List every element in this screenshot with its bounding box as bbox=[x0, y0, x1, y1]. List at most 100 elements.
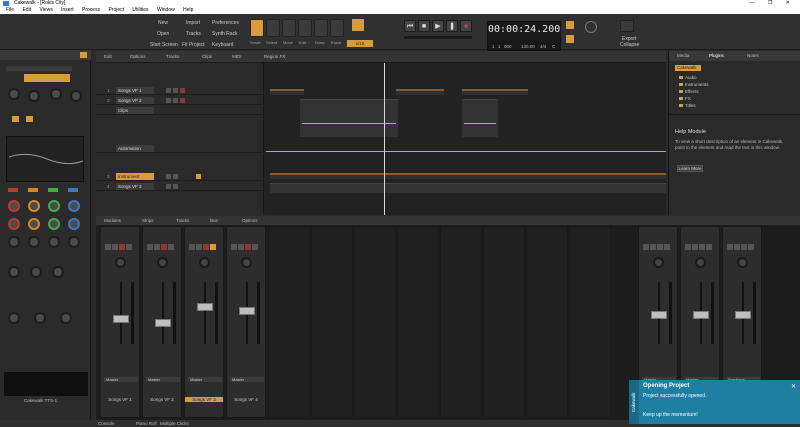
instrument-clip[interactable] bbox=[270, 173, 666, 179]
folder-item[interactable]: Effects bbox=[679, 89, 699, 94]
eq-band-4-q-knob[interactable] bbox=[68, 236, 80, 248]
track-row[interactable]: 3 Instrument bbox=[96, 173, 264, 181]
clip[interactable] bbox=[396, 89, 444, 95]
output-knob-2[interactable] bbox=[30, 266, 42, 278]
eq-band-3-freq-knob[interactable] bbox=[48, 218, 60, 230]
tab-notes[interactable]: Notes bbox=[747, 53, 759, 58]
notification-toast[interactable]: Cakewalk Opening Project Project success… bbox=[629, 380, 800, 424]
browser-search-input[interactable]: Cakewalk bbox=[675, 65, 701, 71]
meter-value[interactable]: 4/4 bbox=[540, 44, 546, 49]
loop-toggle[interactable] bbox=[566, 35, 574, 43]
track-solo-button[interactable] bbox=[173, 98, 178, 103]
status-tab-piano-roll[interactable]: Piano Roll bbox=[136, 421, 157, 426]
eq-band-3-knob[interactable] bbox=[48, 200, 60, 212]
track-mute-button[interactable] bbox=[166, 98, 171, 103]
strip-buttons[interactable] bbox=[685, 244, 717, 250]
status-tab-multiple-clicks[interactable]: Multiple Clicks bbox=[160, 421, 189, 426]
snap-value[interactable]: 1/16 bbox=[347, 40, 373, 47]
console-menu-tracks[interactable]: Tracks bbox=[176, 218, 189, 223]
strip-pan-knob[interactable] bbox=[653, 257, 664, 268]
clips-pane[interactable] bbox=[266, 63, 666, 215]
pause-button[interactable]: ❚ bbox=[446, 20, 458, 32]
track-mute-button[interactable] bbox=[166, 88, 171, 93]
tv-menu-edit[interactable]: Edit bbox=[104, 54, 112, 59]
width-knob[interactable] bbox=[70, 90, 82, 102]
strip-pan-knob[interactable] bbox=[737, 257, 748, 268]
draw-tool[interactable] bbox=[314, 19, 328, 37]
console-menu-strips[interactable]: Strips bbox=[142, 218, 154, 223]
track-row[interactable]: 2 Songs VF 2 bbox=[96, 97, 264, 105]
midi-clip[interactable] bbox=[462, 99, 498, 137]
preferences-button[interactable]: Preferences bbox=[212, 20, 239, 26]
track-mute-button[interactable] bbox=[166, 184, 171, 189]
send-knob-1[interactable] bbox=[8, 312, 20, 324]
strip-fader[interactable] bbox=[735, 311, 751, 319]
track-solo-button[interactable] bbox=[173, 88, 178, 93]
strip-buttons[interactable] bbox=[231, 244, 263, 250]
eq-band-1-freq-knob[interactable] bbox=[8, 218, 20, 230]
menu-views[interactable]: Views bbox=[39, 7, 52, 13]
strip-fader[interactable] bbox=[239, 307, 255, 315]
audio-clip[interactable] bbox=[270, 183, 666, 193]
collapse-label[interactable]: Collapse bbox=[620, 42, 639, 48]
track-solo-button[interactable] bbox=[173, 174, 178, 179]
play-button[interactable]: ▶ bbox=[432, 20, 444, 32]
rewind-button[interactable]: ⏮ bbox=[404, 20, 416, 32]
send-knob-2[interactable] bbox=[34, 312, 46, 324]
tracks-button[interactable]: Tracks bbox=[186, 31, 201, 37]
track-mute-button[interactable] bbox=[166, 174, 171, 179]
strip-pan-knob[interactable] bbox=[157, 257, 168, 268]
track-row[interactable]: 4 Songs VF 3 bbox=[96, 183, 264, 191]
window-controls[interactable]: — ❐ ✕ bbox=[750, 0, 796, 7]
tempo-value[interactable]: 130.00 bbox=[521, 44, 535, 49]
inspector-mute-toggle[interactable] bbox=[12, 116, 19, 122]
strip-buttons[interactable] bbox=[147, 244, 179, 250]
tab-plugins[interactable]: Plugins bbox=[709, 53, 724, 58]
select-tool[interactable] bbox=[266, 19, 280, 37]
strip-name[interactable]: Songs VF 4 bbox=[227, 397, 265, 402]
track-name[interactable]: Songs VF 3 bbox=[116, 183, 154, 190]
output-knob-1[interactable] bbox=[8, 266, 20, 278]
erase-tool[interactable] bbox=[330, 19, 344, 37]
strip-pan-knob[interactable] bbox=[241, 257, 252, 268]
track-name[interactable]: Songs VF 2 bbox=[116, 97, 154, 104]
edit-tool[interactable] bbox=[298, 19, 312, 37]
tv-menu-region-fx[interactable]: Region FX bbox=[264, 54, 285, 59]
clip[interactable] bbox=[494, 89, 528, 95]
pan-knob[interactable] bbox=[28, 90, 40, 102]
key-value[interactable]: C bbox=[552, 44, 555, 49]
now-time-marker[interactable] bbox=[384, 63, 385, 215]
position-slider[interactable] bbox=[404, 36, 472, 39]
cpu-meter-icon[interactable] bbox=[585, 21, 597, 33]
keyboard-button[interactable]: Keyboard bbox=[212, 42, 233, 48]
track-row[interactable]: Automation bbox=[96, 145, 264, 153]
strip-output-select[interactable]: Master bbox=[146, 377, 180, 382]
track-name[interactable]: Automation bbox=[116, 145, 154, 152]
tv-menu-midi[interactable]: MIDI bbox=[232, 54, 242, 59]
eq-band-4-knob[interactable] bbox=[68, 200, 80, 212]
menu-edit[interactable]: Edit bbox=[22, 7, 31, 13]
track-row[interactable]: 1 Songs VF 1 bbox=[96, 87, 264, 95]
smart-tool[interactable] bbox=[250, 19, 264, 37]
menu-file[interactable]: File bbox=[6, 7, 14, 13]
strip-output-select[interactable]: Master bbox=[104, 377, 138, 382]
eq-band-2-freq-knob[interactable] bbox=[28, 218, 40, 230]
eq-band-1-q-knob[interactable] bbox=[8, 236, 20, 248]
track-name[interactable]: Instrument bbox=[116, 173, 154, 180]
tv-menu-options[interactable]: Options bbox=[130, 54, 146, 59]
strip-fader[interactable] bbox=[197, 303, 213, 311]
strip-buttons[interactable] bbox=[105, 244, 137, 250]
track-solo-button[interactable] bbox=[173, 184, 178, 189]
stop-button[interactable]: ■ bbox=[418, 20, 430, 32]
strip-fader[interactable] bbox=[651, 311, 667, 319]
folder-item[interactable]: Audio bbox=[679, 75, 697, 80]
folder-item[interactable]: Titles bbox=[679, 103, 696, 108]
eq-band-3-q-knob[interactable] bbox=[48, 236, 60, 248]
new-button[interactable]: New bbox=[158, 20, 168, 26]
eq-band-1-knob[interactable] bbox=[8, 200, 20, 212]
strip-output-select[interactable]: Master bbox=[230, 377, 264, 382]
eq-band-2-q-knob[interactable] bbox=[28, 236, 40, 248]
strip-fader[interactable] bbox=[113, 315, 129, 323]
snap-toggle[interactable] bbox=[352, 19, 364, 31]
open-button[interactable]: Open bbox=[157, 31, 169, 37]
